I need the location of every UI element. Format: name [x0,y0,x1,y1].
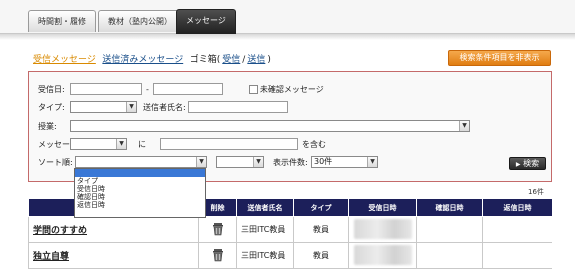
result-count: 16件 [528,188,544,196]
message-title-link[interactable]: 独立自尊 [28,242,199,269]
contains-label: を含む [302,139,326,149]
received-date-row: 受信日: - 未確認メッセージ [38,83,324,95]
chevron-down-icon: ▼ [196,157,206,167]
display-count-value: 30件 [314,157,333,166]
chevron-down-icon: ▼ [116,139,126,149]
table-row: 独立自尊 三田ITC教員 教員 [28,242,552,269]
sender-cell: 三田ITC教員 [236,216,294,243]
type-cell: 教員 [293,242,349,269]
sort-direction-select[interactable]: ▼ [216,156,264,168]
type-select[interactable]: ▼ [70,101,137,113]
delete-cell [198,242,237,269]
confirmed-at-cell [416,216,483,243]
sender-cell: 三田ITC教員 [236,242,294,269]
tab-timetable[interactable]: 時間割・履修 [28,10,96,32]
sort-label: ソート順: [38,157,73,167]
chevron-down-icon: ▼ [126,102,136,112]
received-date-label: 受信日: [38,84,65,94]
unconfirmed-checkbox[interactable] [248,84,258,94]
message-keyword-input[interactable] [160,138,298,150]
trash-icon[interactable] [212,248,224,262]
tab-divider [0,34,575,40]
sort-option-received[interactable]: 受信日時 [75,185,205,193]
header-sender: 送信者氏名 [236,198,294,217]
sent-messages-link[interactable]: 送信済みメッセージ [102,55,183,65]
received-messages-link[interactable]: 受信メッセージ [33,55,96,65]
tab-messages[interactable]: メッセージ [176,9,236,35]
trash-close: ) [267,55,271,65]
message-title-link[interactable]: 学問のすすめ [28,216,199,243]
header-confirmed-at: 確認日時 [416,198,483,217]
message-row: メッセージ: ▼ に を含む [38,138,326,150]
trash-icon[interactable] [212,222,224,236]
search-panel: 受信日: - 未確認メッセージ タイプ: ▼ 送信者氏名: 授業: ▼ メッセー… [28,71,552,182]
message-subnav: 受信メッセージ 送信済みメッセージ ゴミ箱(受信 / 送信) [33,52,275,66]
course-select[interactable]: ▼ [70,120,470,132]
sort-order-select[interactable]: ▼ [75,156,207,168]
header-received-at: 受信日時 [348,198,417,217]
unconfirmed-label: 未確認メッセージ [259,84,324,94]
trash-sent-link[interactable]: 送信 [247,55,265,65]
sort-option-confirmed[interactable]: 確認日時 [75,193,205,201]
delete-cell [198,216,237,243]
play-icon: ▶ [515,161,521,168]
message-field-select[interactable]: ▼ [70,138,127,150]
sender-label: 送信者氏名: [143,102,186,112]
header-type: タイプ [293,198,349,217]
chevron-down-icon: ▼ [253,157,263,167]
sort-order-dropdown: タイプ 受信日時 確認日時 返信日時 [74,168,206,218]
search-button-label: 検索 [523,159,540,168]
redacted-value [353,244,412,265]
sort-row: ソート順: ▼ ▼ 表示件数: 30件 ▼ [38,156,378,168]
type-cell: 教員 [293,216,349,243]
trash-label: ゴミ箱( [189,55,221,65]
received-date-from-input[interactable] [70,83,142,95]
display-count-select[interactable]: 30件 ▼ [311,156,378,168]
ni-label: に [138,139,146,149]
redacted-value [353,218,412,239]
confirmed-at-cell [416,242,483,269]
type-label: タイプ: [38,102,65,112]
display-count-label: 表示件数: [273,157,308,167]
tab-bar: 時間割・履修 教材（塾内公開） メッセージ [0,0,575,35]
trash-separator: / [242,55,246,65]
received-at-cell [348,216,417,243]
table-row: 学問のすすめ 三田ITC教員 教員 [28,216,552,243]
date-separator: - [146,84,149,94]
chevron-down-icon: ▼ [367,157,377,167]
received-at-cell [348,242,417,269]
received-date-to-input[interactable] [152,83,223,95]
replied-at-cell [482,242,552,269]
trash-received-link[interactable]: 受信 [222,55,240,65]
course-label: 授業: [38,121,57,131]
sort-option-blank[interactable] [75,169,205,177]
replied-at-cell [482,216,552,243]
sender-name-input[interactable] [188,101,288,113]
message-label: メッセージ: [38,139,81,149]
tab-materials[interactable]: 教材（塾内公開） [98,10,182,32]
chevron-down-icon: ▼ [459,121,469,131]
hide-search-conditions-button[interactable]: 検索条件項目を非表示 [448,50,551,66]
search-button[interactable]: ▶ 検索 [509,157,546,170]
course-row: 授業: ▼ [38,120,470,132]
type-row: タイプ: ▼ 送信者氏名: [38,101,288,113]
header-replied-at: 返信日時 [482,198,552,217]
sort-option-replied[interactable]: 返信日時 [75,201,205,209]
sort-option-type[interactable]: タイプ [75,177,205,185]
